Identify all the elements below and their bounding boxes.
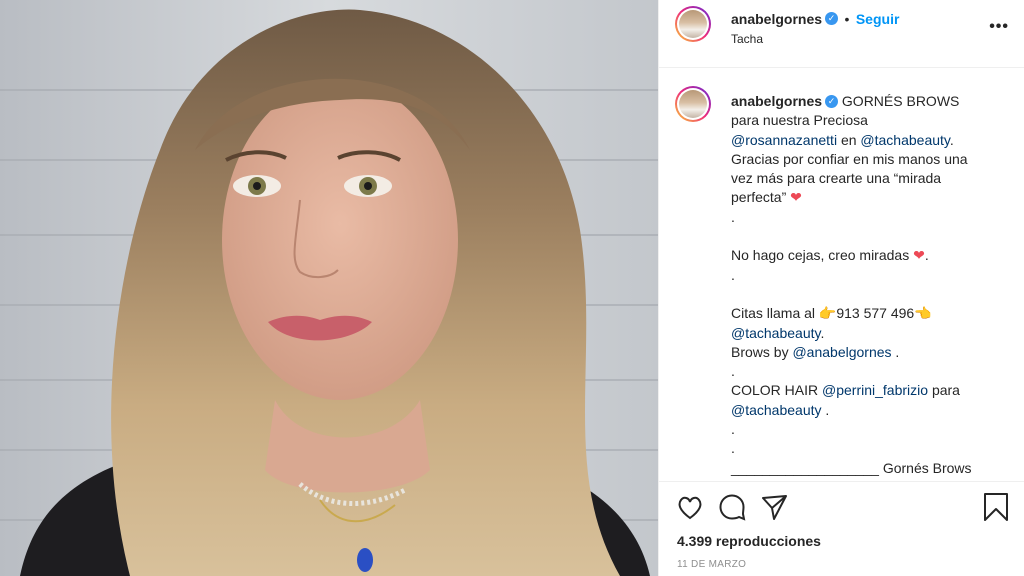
post-media-video[interactable] (0, 0, 658, 576)
caption-line: para nuestra Preciosa (731, 111, 1001, 130)
caption-line: @tachabeauty. (731, 324, 1001, 343)
header-user-line: anabelgornes ✓ • Seguir (731, 11, 899, 29)
caption-line: ___________________ Gornés Brows (731, 459, 1001, 478)
caption-text: . (924, 247, 929, 264)
caption-avatar-frame (677, 88, 709, 120)
avatar-image (679, 10, 707, 38)
more-options-icon[interactable]: ••• (989, 18, 1009, 36)
location-link[interactable]: Tacha (731, 32, 763, 46)
caption-line: . (731, 208, 1001, 227)
comment-icon[interactable] (717, 492, 747, 522)
caption-text: ___________________ Gornés Brows (731, 459, 972, 476)
caption-text: para (928, 382, 960, 399)
mention-link[interactable]: @anabelgornes (792, 344, 891, 360)
caption-text: vez más para crearte una “mirada (731, 170, 942, 187)
caption-text: . (731, 363, 735, 380)
caption-line: perfecta” ❤ (731, 188, 1001, 207)
caption-line: No hago cejas, creo miradas ❤. (731, 246, 1001, 265)
avatar[interactable] (675, 6, 711, 42)
caption-text: . (731, 440, 735, 457)
comments-section[interactable]: anabelgornes ✓ GORNÉS BROWS para nuestra … (659, 68, 1024, 482)
post-sidebar: anabelgornes ✓ • Seguir Tacha ••• anabelg… (658, 0, 1024, 576)
mention-link[interactable]: @tachabeauty (860, 132, 949, 148)
caption-line (731, 285, 1001, 304)
caption-line: . (731, 439, 1001, 458)
avatar-frame (677, 8, 709, 40)
mention-link[interactable]: @tachabeauty (731, 402, 822, 418)
view-count[interactable]: 4.399 reproducciones (677, 533, 821, 549)
caption-line-0: GORNÉS BROWS (842, 93, 959, 109)
share-icon[interactable] (759, 492, 789, 522)
caption-text: para nuestra Preciosa (731, 112, 868, 129)
caption-line: COLOR HAIR @perrini_fabrizio para (731, 381, 1001, 400)
caption-text: . (731, 208, 735, 225)
heart-icon[interactable] (675, 492, 705, 522)
caption-line: vez más para crearte una “mirada (731, 169, 1001, 188)
post-date[interactable]: 11 DE MARZO (677, 559, 746, 570)
caption-avatar[interactable] (675, 86, 711, 122)
post-header: anabelgornes ✓ • Seguir Tacha ••• (659, 0, 1024, 68)
action-bar (659, 488, 1024, 528)
mention-link[interactable]: @rosannazanetti (731, 132, 837, 148)
caption-first-line: anabelgornes ✓ GORNÉS BROWS (731, 92, 1001, 111)
post-caption: anabelgornes ✓ GORNÉS BROWS para nuestra … (731, 92, 1001, 478)
caption-line: @tachabeauty . (731, 401, 1001, 420)
post-photo (0, 0, 658, 576)
caption-text: COLOR HAIR (731, 382, 823, 399)
caption-text: perfecta” (731, 189, 791, 206)
follow-button[interactable]: Seguir (856, 11, 900, 27)
caption-line: @rosannazanetti en @tachabeauty. (731, 131, 1001, 150)
caption-verified-badge-icon: ✓ (825, 94, 839, 108)
caption-text: . (731, 266, 735, 283)
caption-lines: para nuestra Preciosa @rosannazanetti en … (731, 111, 1001, 478)
caption-avatar-image (679, 90, 707, 118)
verified-badge-icon: ✓ (825, 12, 839, 26)
caption-line: . (731, 420, 1001, 439)
caption-text: . (949, 131, 954, 148)
caption-text: GORNÉS BROWS (841, 93, 960, 109)
caption-text: No hago cejas, creo miradas (731, 247, 914, 264)
username-link[interactable]: anabelgornes (731, 11, 822, 27)
mention-link[interactable]: @tachabeauty (731, 325, 820, 341)
caption-username-link[interactable]: anabelgornes (731, 93, 822, 109)
mention-link[interactable]: @perrini_fabrizio (822, 382, 928, 398)
caption-text: Citas llama al 👉913 577 496👈 (731, 305, 932, 322)
separator-dot: • (844, 11, 850, 27)
caption-text: . (821, 401, 830, 418)
caption-text: . (731, 421, 735, 438)
caption-text: Brows by (731, 343, 793, 360)
heart-emoji: ❤ (913, 247, 925, 264)
caption-line: Citas llama al 👉913 577 496👈 (731, 304, 1001, 323)
caption-text: . (891, 343, 900, 360)
caption-line: Brows by @anabelgornes . (731, 343, 1001, 362)
caption-text: en (837, 131, 861, 148)
caption-text: . (820, 324, 825, 341)
caption-line: Gracias por confiar en mis manos una (731, 150, 1001, 169)
caption-line (731, 227, 1001, 246)
caption-line: . (731, 362, 1001, 381)
caption-line: . (731, 266, 1001, 285)
caption-text: Gracias por confiar en mis manos una (731, 150, 968, 167)
heart-emoji: ❤ (790, 189, 802, 206)
bookmark-icon[interactable] (981, 492, 1011, 522)
